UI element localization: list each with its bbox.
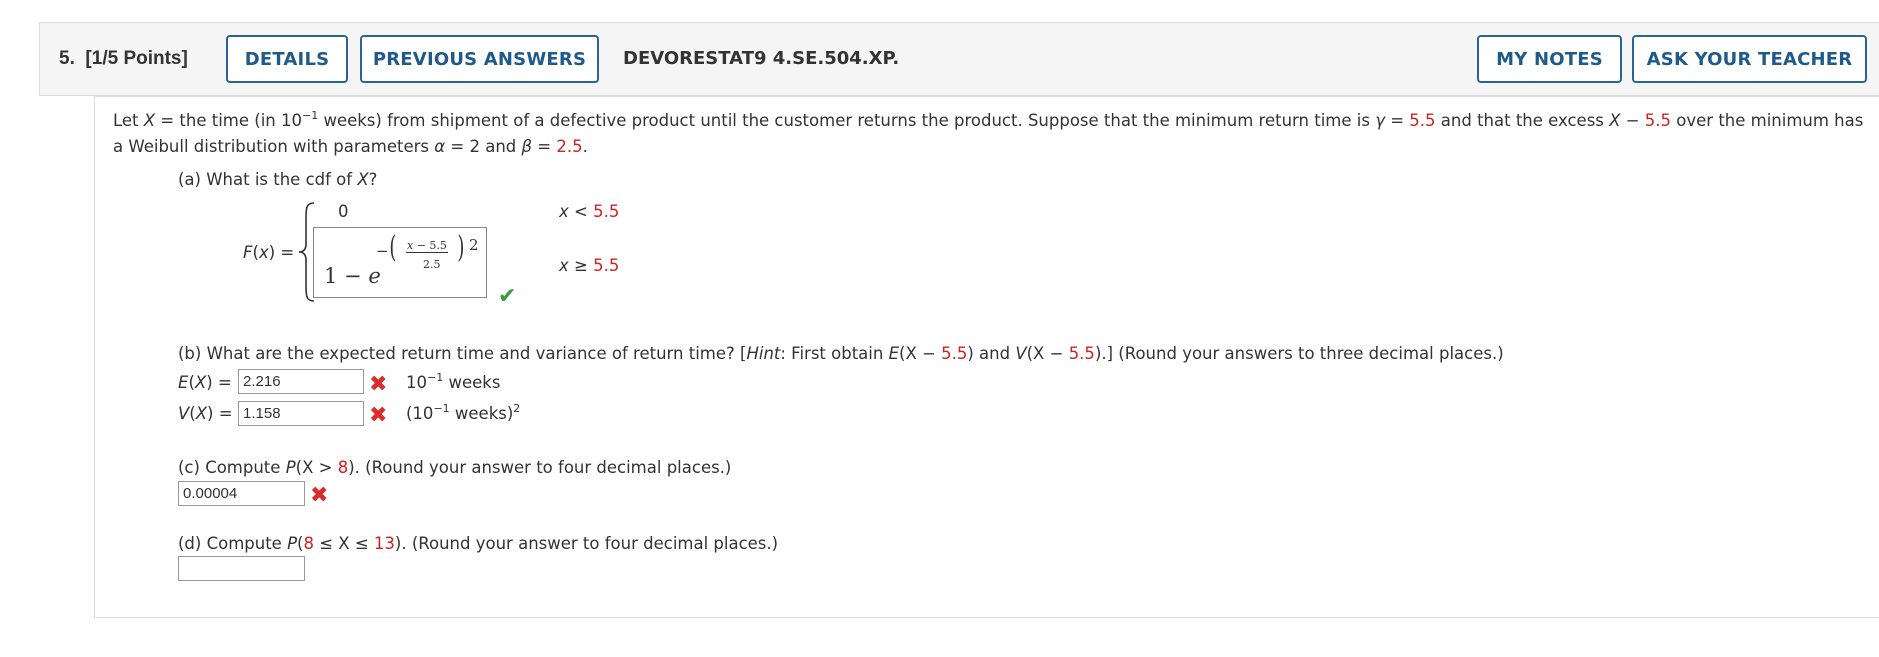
vx-unit: (10−1 weeks)2: [406, 402, 521, 423]
part-d-input[interactable]: [178, 556, 305, 581]
points-label: [1/5 Points]: [85, 48, 188, 69]
piece-2-condition: x ≥ 5.5: [559, 256, 620, 275]
ask-your-teacher-button[interactable]: ASK YOUR TEACHER: [1632, 35, 1867, 83]
formula-exponent: 2: [469, 236, 479, 254]
ex-label: E(X) =: [178, 373, 232, 392]
problem-intro-line-1: Let X = the time (in 10−1 weeks) from sh…: [113, 109, 1864, 130]
question-header: 5. [1/5 Points] DETAILS PREVIOUS ANSWERS…: [39, 22, 1879, 96]
formula-denominator: 2.5: [423, 258, 441, 271]
formula-neg: −: [376, 242, 389, 260]
part-c-input[interactable]: 0.00004: [178, 481, 305, 506]
formula-paren-left: (: [389, 230, 397, 265]
part-b-question: (b) What are the expected return time an…: [178, 344, 1504, 363]
ex-input[interactable]: 2.216: [238, 369, 364, 394]
piece-1-value: 0: [338, 202, 349, 221]
piece-1-condition: x < 5.5: [559, 202, 620, 221]
formula-paren-right: ): [457, 230, 465, 265]
cdf-formula-input[interactable]: 1 − e − ( x − 5.5 2.5 ) 2: [313, 227, 487, 298]
question-number: 5. [1/5 Points]: [59, 48, 188, 69]
problem-intro-line-2: a Weibull distribution with parameters α…: [113, 137, 588, 156]
vx-input[interactable]: 1.158: [238, 401, 364, 426]
part-a-question: (a) What is the cdf of X?: [178, 170, 378, 189]
incorrect-icon: ✖: [369, 371, 388, 396]
previous-answers-button[interactable]: PREVIOUS ANSWERS: [360, 35, 599, 83]
ex-unit: 10−1 weeks: [406, 371, 501, 392]
formula-one-minus-e: 1 − e: [324, 264, 381, 288]
vx-label: V(X) =: [178, 404, 233, 423]
part-c-question: (c) Compute P(X > 8). (Round your answer…: [178, 458, 732, 477]
formula-numerator: x − 5.5: [406, 239, 448, 253]
incorrect-icon: ✖: [369, 402, 388, 427]
cdf-label: F(x) =: [243, 243, 295, 262]
check-icon: ✔: [498, 283, 517, 308]
details-button[interactable]: DETAILS: [226, 35, 348, 83]
question-id: DEVORESTAT9 4.SE.504.XP.: [623, 48, 900, 69]
my-notes-button[interactable]: MY NOTES: [1477, 35, 1622, 83]
part-d-question: (d) Compute P(8 ≤ X ≤ 13). (Round your a…: [178, 534, 779, 553]
incorrect-icon: ✖: [310, 482, 329, 507]
